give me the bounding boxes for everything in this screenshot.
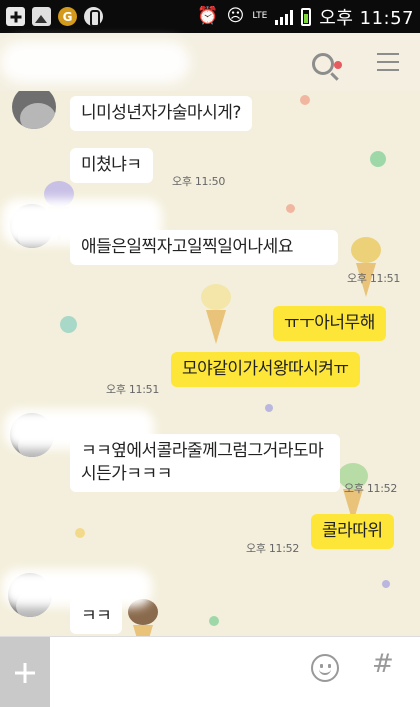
alarm-icon: ⏰	[197, 6, 219, 26]
decor-dot	[382, 580, 390, 588]
notification-icons: G	[6, 7, 103, 27]
message-bubble-incoming: ㅋㅋ옆에서콜라줄께그럼그거라도마시든가ㅋㅋㅋ	[70, 434, 340, 492]
avatar[interactable]	[12, 91, 56, 129]
message-time: 오후 11:51	[347, 272, 401, 285]
message-time: 오후 11:51	[106, 383, 160, 396]
g-icon: G	[58, 7, 77, 26]
message-time: 오후 11:52	[246, 542, 300, 555]
status-time: 오후 11:57	[319, 7, 414, 29]
chat-header	[0, 33, 420, 91]
message-input-bar: #	[0, 636, 420, 707]
message-time: 오후 11:52	[344, 482, 398, 495]
status-bar: G ⏰ ☹ LTE 오후 11:57	[0, 0, 420, 33]
message-bubble-outgoing: 콜라따위	[311, 514, 394, 549]
message-bubble-incoming: 애들은일찍자고일찍일어나세요	[70, 230, 338, 265]
notification-dot	[334, 61, 342, 69]
message-bubble-outgoing: ㅠㅜ아너무해	[273, 306, 386, 341]
signal-icon	[275, 9, 294, 25]
network-type: LTE	[252, 11, 268, 21]
decor-dot	[60, 316, 77, 333]
chat-area[interactable]: 니미성년자가술마시게? 미쳤냐ㅋ 오후 11:50 애들은일찍자고일찍일어나세요…	[0, 91, 420, 636]
message-bubble-incoming: 미쳤냐ㅋ	[70, 148, 153, 183]
paren-icon	[84, 7, 103, 27]
ice-cream-decor	[201, 284, 231, 344]
system-status: ⏰ ☹ LTE 오후 11:57	[197, 4, 414, 30]
menu-icon[interactable]	[377, 53, 399, 71]
message-time: 오후 11:50	[172, 175, 226, 188]
attach-plus-button[interactable]	[0, 637, 50, 707]
message-bubble-outgoing: 모야같이가서왕따시켜ㅠ	[171, 352, 360, 387]
face-icon: ☹	[226, 6, 245, 26]
decor-dot	[75, 528, 85, 538]
decor-dot	[286, 204, 295, 213]
blurred-title	[0, 41, 190, 83]
decor-dot	[300, 95, 310, 105]
search-icon[interactable]	[312, 53, 334, 75]
decor-dot	[265, 404, 273, 412]
decor-dot	[209, 616, 219, 626]
decor-dot	[370, 151, 386, 167]
message-bubble-incoming: ㅋㅋ	[70, 599, 123, 634]
battery-icon	[301, 7, 312, 26]
hash-icon[interactable]: #	[372, 649, 394, 679]
ice-cream-decor	[351, 237, 381, 297]
emoji-icon[interactable]	[311, 654, 339, 682]
message-bubble-incoming: 니미성년자가술마시게?	[70, 96, 252, 131]
plus-icon	[6, 7, 25, 26]
image-icon	[32, 7, 51, 26]
